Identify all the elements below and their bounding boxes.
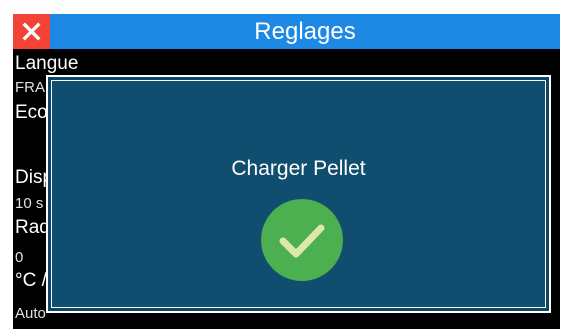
device-screen: Reglages Langue FRA Eco Disp 10 s Rad 0 …: [13, 14, 560, 329]
close-icon: [22, 22, 41, 41]
setting-label-langue[interactable]: Langue: [15, 53, 78, 75]
page-title: Reglages: [254, 18, 356, 45]
setting-value-unit: Auto: [15, 305, 46, 322]
setting-value-langue: FRA: [15, 79, 45, 96]
title-bar: Reglages: [13, 14, 560, 49]
setting-label-eco[interactable]: Eco: [15, 102, 48, 124]
dialog-message: Charger Pellet: [231, 157, 366, 180]
setting-label-unit[interactable]: °C /: [15, 270, 47, 292]
setting-value-rad: 0: [15, 249, 24, 266]
confirmation-dialog: Charger Pellet: [46, 75, 551, 313]
setting-label-rad[interactable]: Rad: [15, 217, 50, 239]
setting-value-disp: 10 s: [15, 195, 44, 212]
close-button[interactable]: [13, 14, 50, 49]
check-circle-icon: [261, 199, 343, 281]
dialog-panel: Charger Pellet: [48, 77, 549, 311]
